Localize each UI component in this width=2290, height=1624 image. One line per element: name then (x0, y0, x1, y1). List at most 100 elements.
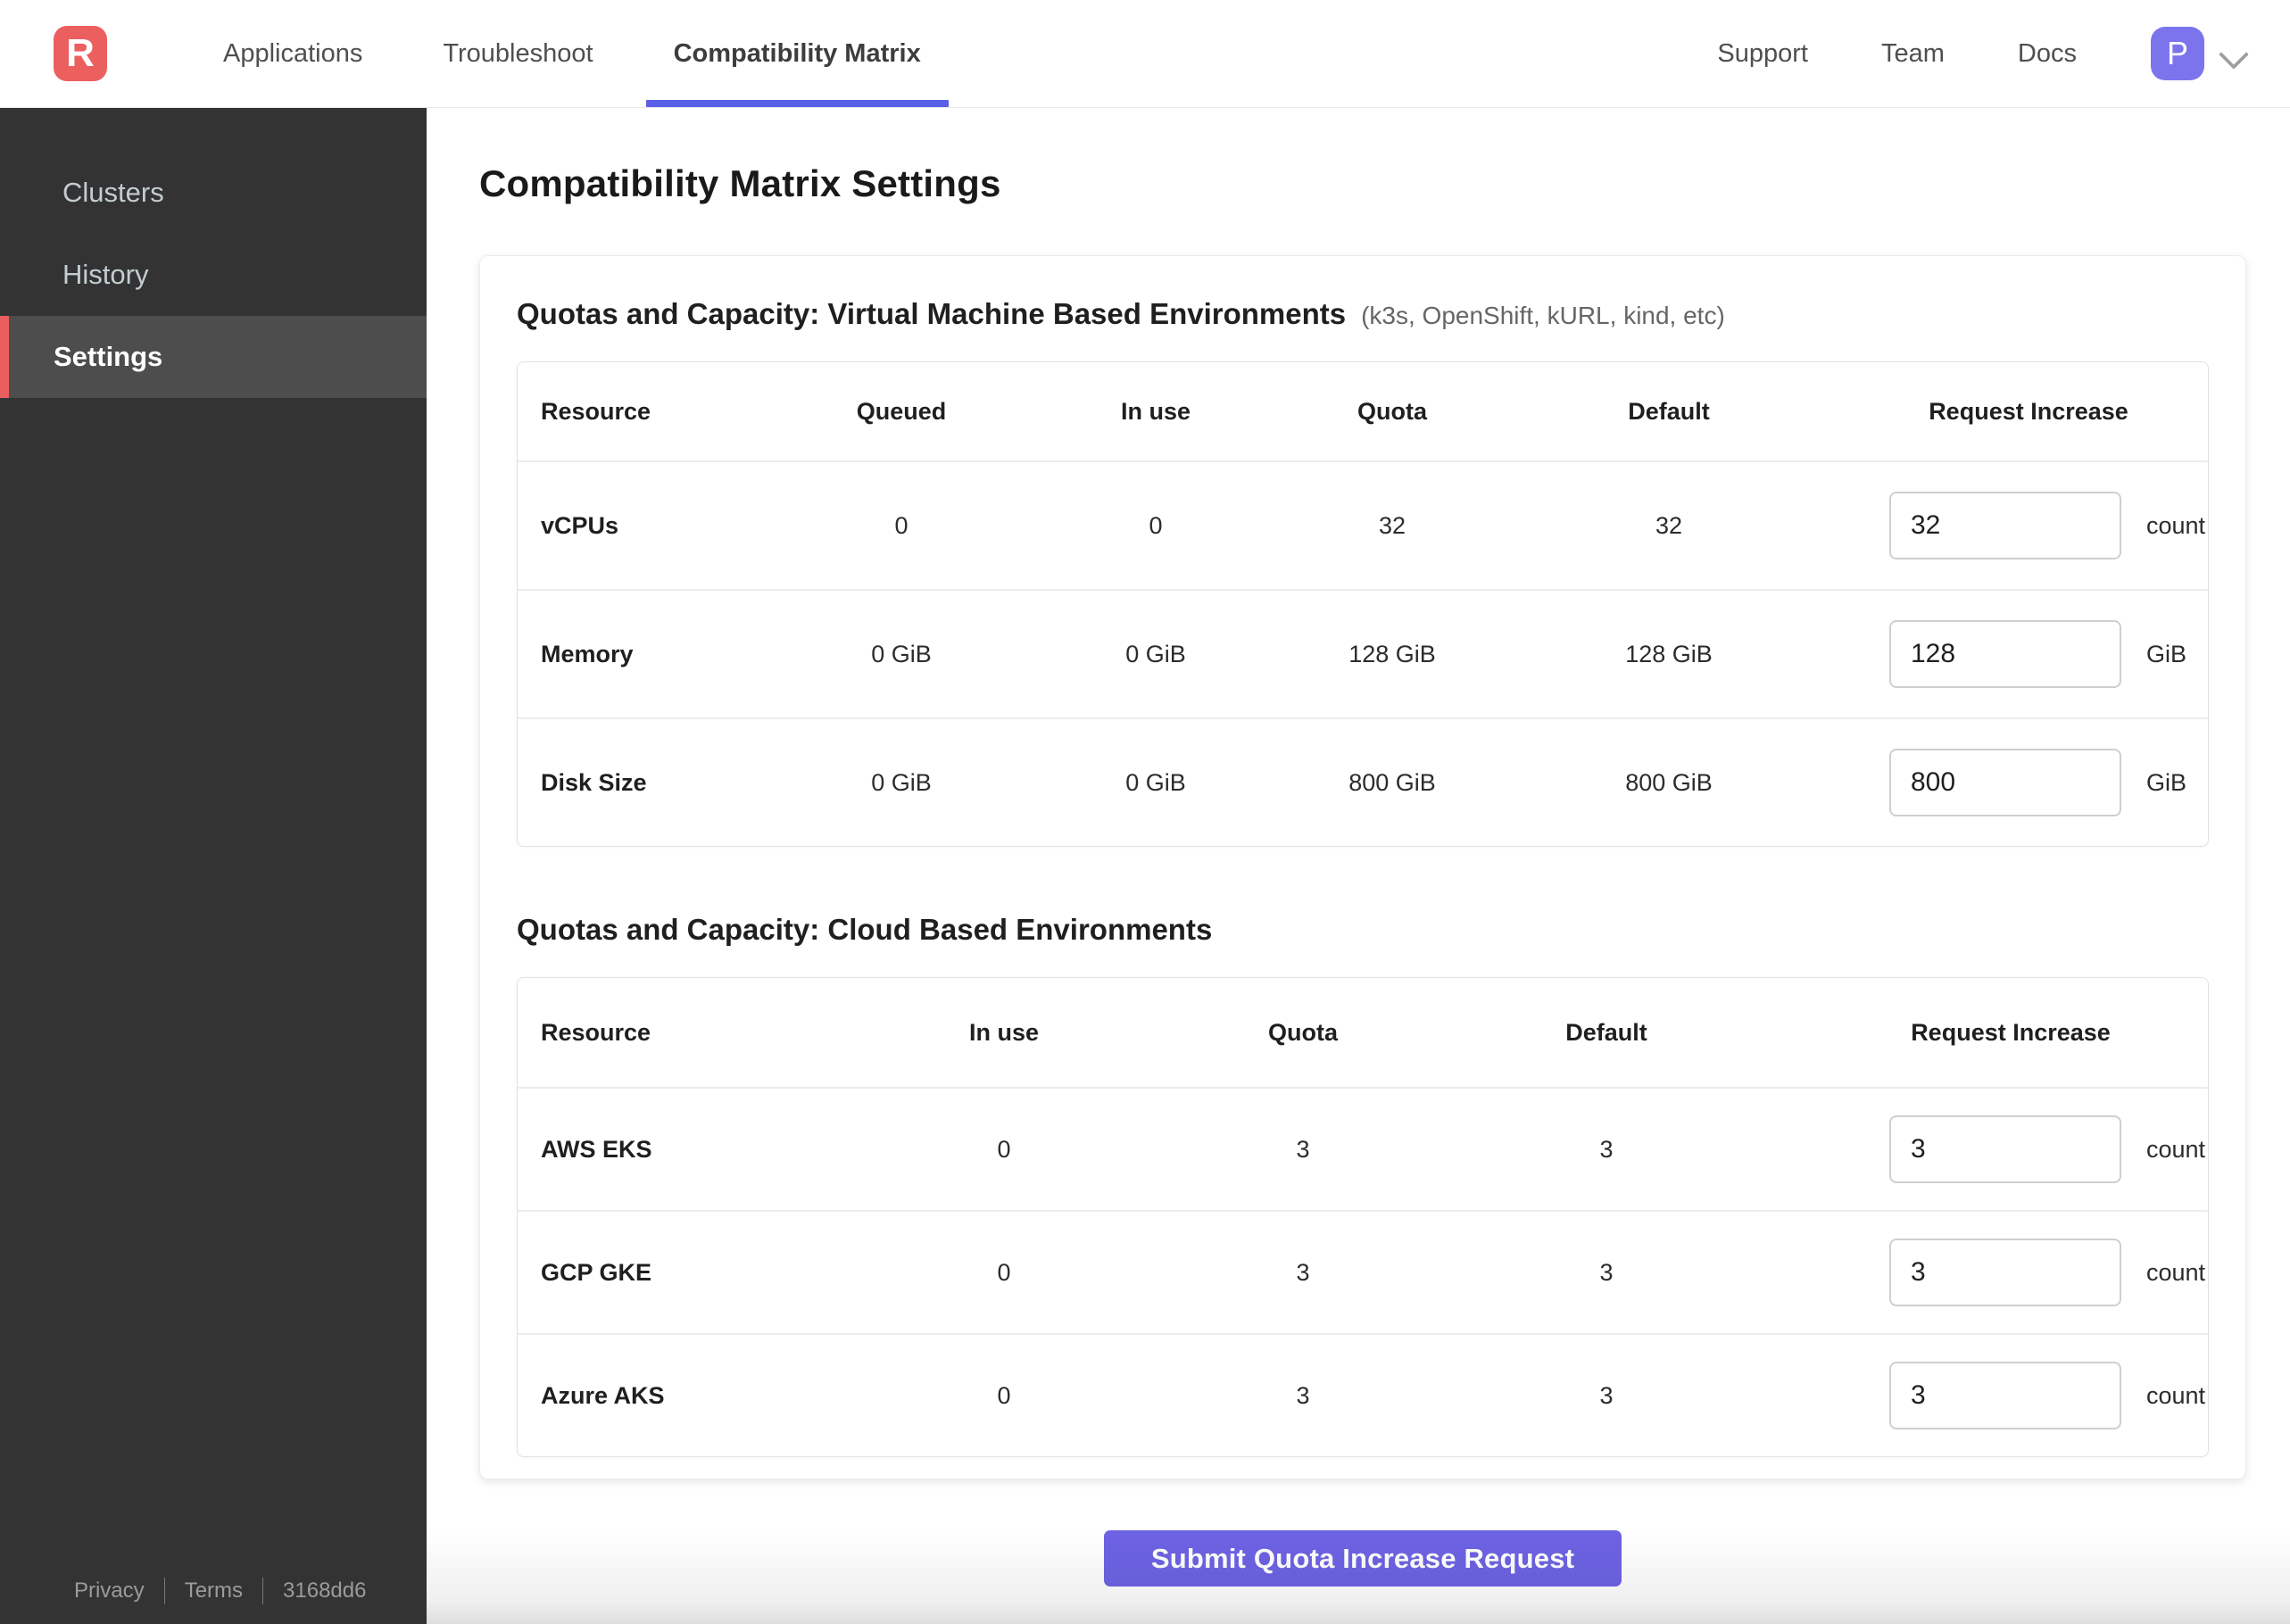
default-value: 32 (1655, 511, 1683, 539)
nav-team[interactable]: Team (1845, 0, 1981, 107)
page-title: Compatibility Matrix Settings (479, 162, 1001, 204)
nav-docs-label: Docs (2017, 38, 2077, 68)
nav-support[interactable]: Support (1680, 0, 1845, 107)
privacy-link[interactable]: Privacy (74, 1578, 145, 1603)
avatar-initial: P (2166, 35, 2188, 71)
in-use-value: 0 (997, 1258, 1011, 1286)
column-header-default: Default (1628, 397, 1710, 425)
default-value: 3 (1599, 1381, 1614, 1409)
vm-table-header-row: Resource Queued In use Quota Default Req… (518, 362, 2208, 460)
quota-value: 128 GiB (1348, 640, 1436, 667)
resource-name: Disk Size (541, 768, 647, 796)
avatar[interactable]: P (2151, 27, 2204, 80)
vm-section-heading: Quotas and Capacity: Virtual Machine Bas… (517, 297, 2209, 331)
column-header-resource: Resource (541, 397, 651, 425)
sidebar: Clusters History Settings Privacy Terms … (0, 107, 427, 1624)
resource-name: Memory (541, 640, 634, 667)
table-row-disk-size: Disk Size 0 GiB 0 GiB 800 GiB 800 GiB Gi… (518, 717, 2208, 846)
cloud-section-heading: Quotas and Capacity: Cloud Based Environ… (517, 913, 2209, 947)
unit-label: count (2146, 1381, 2206, 1409)
gcp-gke-request-input[interactable] (1889, 1239, 2121, 1306)
quota-value: 800 GiB (1348, 768, 1436, 796)
top-nav-bar: R Applications Troubleshoot Compatibilit… (0, 0, 2290, 107)
queued-value: 0 GiB (871, 768, 932, 796)
quota-value: 3 (1296, 1135, 1310, 1163)
body-row: Clusters History Settings Privacy Terms … (0, 107, 2290, 1624)
terms-link[interactable]: Terms (185, 1578, 243, 1603)
vm-section-heading-note: (k3s, OpenShift, kURL, kind, etc) (1361, 302, 1725, 329)
tab-applications[interactable]: Applications (183, 0, 402, 107)
aws-eks-request-input[interactable] (1889, 1115, 2121, 1183)
quota-value: 32 (1378, 511, 1406, 539)
column-header-quota: Quota (1357, 397, 1427, 425)
table-row-vcpus: vCPUs 0 0 32 32 count (518, 460, 2208, 589)
unit-label: count (2146, 511, 2206, 539)
nav-team-label: Team (1881, 38, 1945, 68)
nav-support-label: Support (1717, 38, 1808, 68)
footer-separator (163, 1578, 165, 1604)
table-row-memory: Memory 0 GiB 0 GiB 128 GiB 128 GiB GiB (518, 589, 2208, 717)
sidebar-item-clusters[interactable]: Clusters (0, 152, 427, 234)
column-header-queued: Queued (856, 397, 947, 425)
sidebar-item-history-label: History (62, 259, 149, 290)
replicated-logo[interactable]: R (54, 26, 107, 81)
unit-label: count (2146, 1135, 2206, 1163)
cloud-quota-table: Resource In use Quota Default Request In… (517, 977, 2209, 1457)
queued-value: 0 (894, 511, 909, 539)
sidebar-footer: Privacy Terms 3168dd6 (74, 1578, 366, 1604)
sidebar-nav: Clusters History Settings (0, 107, 427, 398)
table-row-azure-aks: Azure AKS 0 3 3 count (518, 1333, 2208, 1456)
vcpus-request-input[interactable] (1889, 492, 2121, 559)
tab-troubleshoot[interactable]: Troubleshoot (402, 0, 633, 107)
default-value: 3 (1599, 1135, 1614, 1163)
table-row-gcp-gke: GCP GKE 0 3 3 count (518, 1210, 2208, 1333)
request-increase-cell: count (1812, 1115, 2208, 1183)
column-header-quota: Quota (1268, 1018, 1338, 1046)
unit-label: GiB (2146, 768, 2187, 796)
unit-label: GiB (2146, 640, 2187, 667)
main-content: Compatibility Matrix Settings Quotas and… (427, 107, 2290, 1624)
sidebar-item-settings[interactable]: Settings (0, 316, 427, 398)
queued-value: 0 GiB (871, 640, 932, 667)
request-increase-cell: count (1812, 1239, 2208, 1306)
resource-name: vCPUs (541, 511, 619, 539)
cloud-table-header-row: Resource In use Quota Default Request In… (518, 978, 2208, 1087)
default-value: 800 GiB (1625, 768, 1713, 796)
column-header-in-use: In use (968, 1018, 1040, 1046)
resource-name: AWS EKS (541, 1135, 652, 1163)
quota-value: 3 (1296, 1258, 1310, 1286)
vm-section-heading-text: Quotas and Capacity: Virtual Machine Bas… (517, 297, 1347, 330)
active-tab-underline (645, 100, 949, 107)
chevron-down-icon[interactable] (2219, 38, 2249, 69)
memory-request-input[interactable] (1889, 620, 2121, 688)
nav-docs[interactable]: Docs (1981, 0, 2113, 107)
sidebar-item-history[interactable]: History (0, 234, 427, 316)
submit-quota-increase-button[interactable]: Submit Quota Increase Request (1104, 1530, 1622, 1587)
footer-separator (262, 1578, 264, 1604)
tab-compatibility-matrix[interactable]: Compatibility Matrix (634, 0, 961, 107)
request-increase-cell: GiB (1847, 749, 2208, 816)
sidebar-item-settings-label: Settings (54, 341, 163, 372)
column-header-default: Default (1565, 1018, 1647, 1046)
tab-compatibility-matrix-label: Compatibility Matrix (673, 38, 921, 68)
resource-name: Azure AKS (541, 1381, 665, 1409)
unit-label: count (2146, 1258, 2206, 1286)
build-version: 3168dd6 (283, 1578, 367, 1603)
azure-aks-request-input[interactable] (1889, 1362, 2121, 1429)
in-use-value: 0 GiB (1125, 640, 1186, 667)
app-root: R Applications Troubleshoot Compatibilit… (0, 0, 2290, 1624)
in-use-value: 0 (997, 1381, 1011, 1409)
primary-nav: Applications Troubleshoot Compatibility … (183, 0, 961, 107)
disk-size-request-input[interactable] (1889, 749, 2121, 816)
column-header-in-use: In use (1120, 397, 1191, 425)
default-value: 3 (1599, 1258, 1614, 1286)
column-header-request-increase: Request Increase (1929, 397, 2128, 425)
secondary-nav: Support Team Docs (1680, 0, 2113, 107)
logo-letter: R (66, 31, 95, 75)
request-increase-cell: count (1847, 492, 2208, 559)
in-use-value: 0 (1149, 511, 1163, 539)
table-row-aws-eks: AWS EKS 0 3 3 count (518, 1087, 2208, 1210)
quota-value: 3 (1296, 1381, 1310, 1409)
default-value: 128 GiB (1625, 640, 1713, 667)
request-increase-cell: count (1812, 1362, 2208, 1429)
